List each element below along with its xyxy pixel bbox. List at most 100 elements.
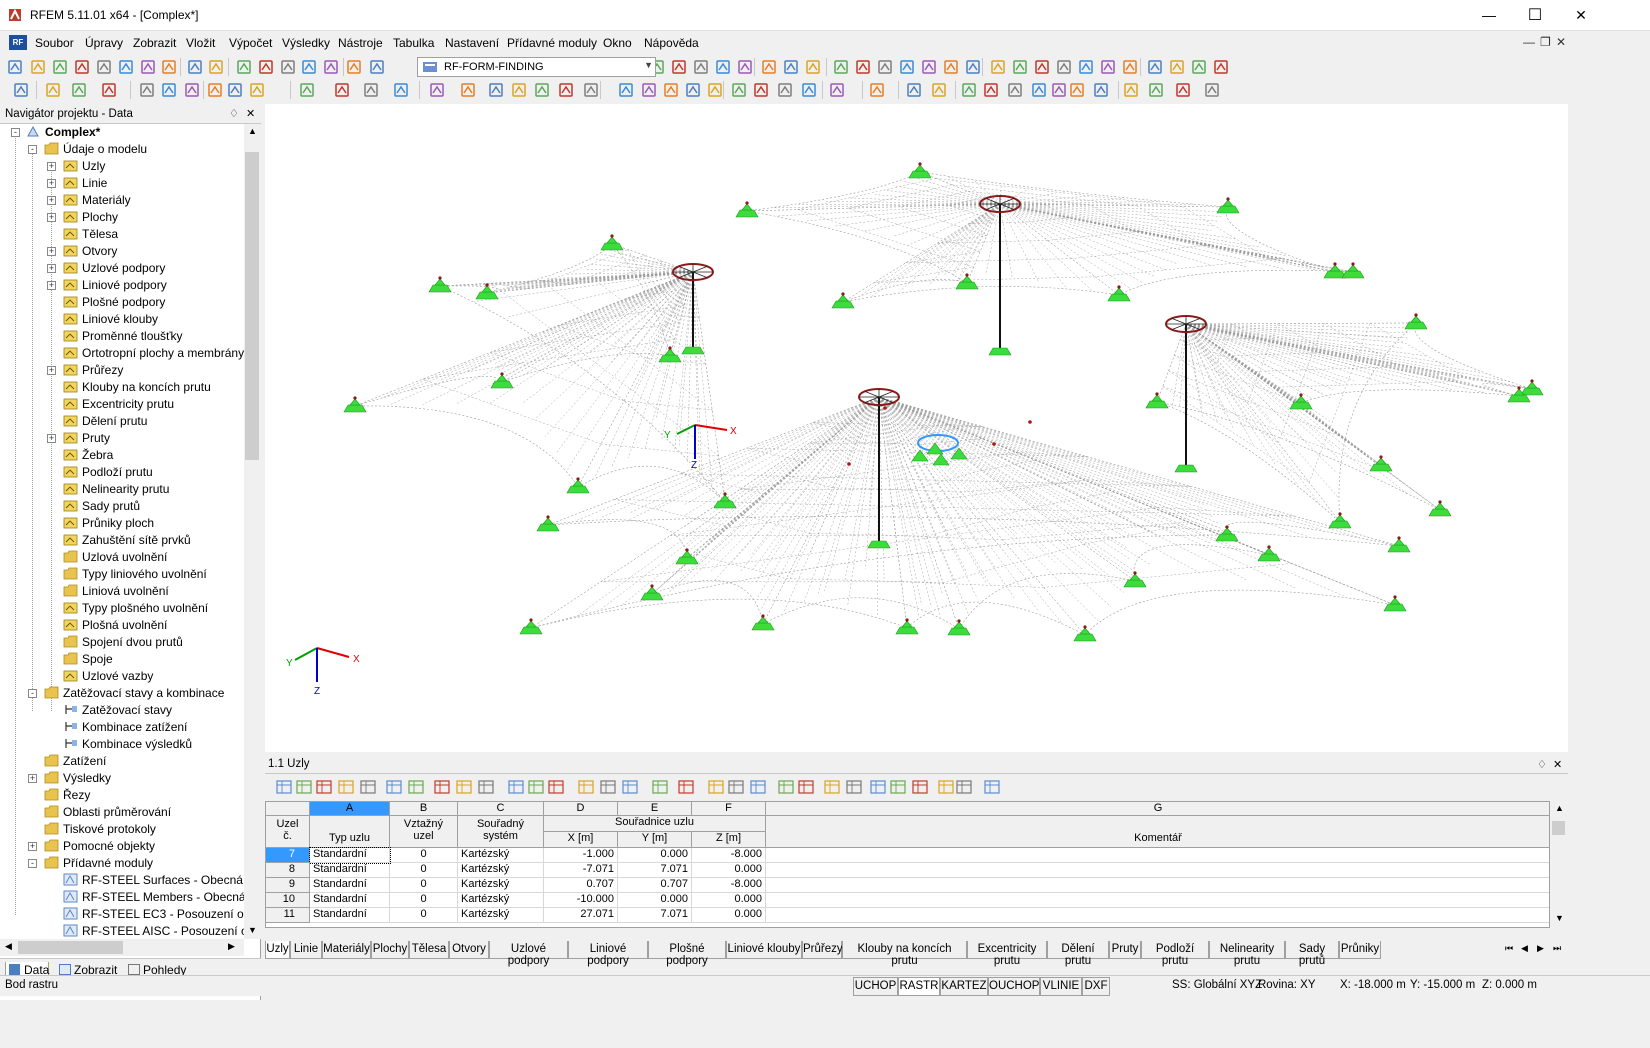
tree-item[interactable]: Ortotropní plochy a membrány <box>0 345 245 362</box>
tree-item[interactable]: - Údaje o modelu <box>0 141 245 158</box>
sheet-tab[interactable]: Materiály <box>322 941 371 959</box>
toolbar-button-icon[interactable] <box>459 81 477 99</box>
nodal-support-icon[interactable] <box>675 548 699 565</box>
tree-item[interactable]: + Liniové podpory <box>0 277 245 294</box>
toolbar-button-icon[interactable] <box>160 81 178 99</box>
sheet-tab[interactable]: Nelinearity prutu <box>1209 941 1285 967</box>
toolbar-button-icon[interactable] <box>662 81 680 99</box>
collapse-icon[interactable]: - <box>28 859 37 868</box>
tree-item[interactable]: Plošné podpory <box>0 294 245 311</box>
comment-cell[interactable] <box>766 893 1549 908</box>
toolbar-button-icon[interactable] <box>905 81 923 99</box>
toolbar-button-icon[interactable] <box>800 81 818 99</box>
toolbar-button-icon[interactable] <box>1122 81 1140 99</box>
toolbar-button-icon[interactable] <box>1203 81 1221 99</box>
sheet-tab[interactable]: Otvory <box>449 941 489 959</box>
x-coordinate-cell[interactable]: 27.071 <box>544 908 618 923</box>
expand-icon[interactable]: + <box>47 264 56 273</box>
toolbar-button-icon[interactable] <box>333 81 351 99</box>
toolbar-button-icon[interactable] <box>51 58 69 76</box>
minimize-button[interactable]: — <box>1466 0 1512 31</box>
nodal-support-icon[interactable] <box>536 515 560 532</box>
coordinate-system-cell[interactable]: Kartézský <box>458 893 544 908</box>
comment-cell[interactable] <box>766 908 1549 923</box>
tree-item[interactable]: + Plochy <box>0 209 245 226</box>
toolbar-button-icon[interactable] <box>6 58 24 76</box>
reference-node-cell[interactable]: 0 <box>390 848 458 863</box>
toolbar-button-icon[interactable] <box>1092 81 1110 99</box>
mdi-restore-icon[interactable]: ❐ <box>1540 35 1551 49</box>
mast-base-support-icon[interactable] <box>1174 464 1198 473</box>
sheet-tab[interactable]: Podloží prutu <box>1141 941 1209 967</box>
mast-base-support-icon[interactable] <box>867 540 891 549</box>
toolbar-button-icon[interactable] <box>776 81 794 99</box>
toolbar-button-icon[interactable] <box>533 81 551 99</box>
table-tool-icon[interactable] <box>337 778 355 796</box>
toolbar-button-icon[interactable] <box>44 81 62 99</box>
toolbar-button-icon[interactable] <box>235 58 253 76</box>
tree-item[interactable]: RF-STEEL EC3 - Posouzení ocelových prutů <box>0 906 245 923</box>
toolbar-button-icon[interactable] <box>964 58 982 76</box>
table-tool-icon[interactable] <box>727 778 745 796</box>
nodal-support-icon[interactable] <box>343 396 367 413</box>
expand-icon[interactable]: + <box>47 366 56 375</box>
tree-item[interactable]: Liniová uvolnění <box>0 583 245 600</box>
chevron-down-icon[interactable]: ▼ <box>644 60 653 70</box>
menu-pridavne-moduly[interactable]: Přídavné moduly <box>507 36 597 50</box>
tree-item[interactable]: Kombinace výsledků <box>0 736 245 753</box>
expand-icon[interactable]: + <box>47 247 56 256</box>
menu-nastaveni[interactable]: Nastavení <box>445 36 499 50</box>
toggle-dxf[interactable]: DXF <box>1082 977 1110 996</box>
menu-tabulka[interactable]: Tabulka <box>393 36 434 50</box>
table-tool-icon[interactable] <box>315 778 333 796</box>
table-tool-icon[interactable] <box>823 778 841 796</box>
nodal-support-icon[interactable] <box>1369 455 1393 472</box>
sheet-tab[interactable]: Pruty <box>1109 941 1141 959</box>
sheet-tab[interactable]: Sady prutů <box>1285 941 1339 967</box>
document-menu-icon[interactable]: RF <box>9 35 27 50</box>
toolbar-button-icon[interactable] <box>670 58 688 76</box>
toolbar-button-icon[interactable] <box>1174 81 1192 99</box>
toolbar-button-icon[interactable] <box>186 58 204 76</box>
scroll-down-icon[interactable]: ▼ <box>248 925 257 935</box>
toolbar-button-icon[interactable] <box>582 81 600 99</box>
z-coordinate-cell[interactable]: 0.000 <box>692 893 766 908</box>
z-coordinate-cell[interactable]: -8.000 <box>692 878 766 893</box>
tree-item[interactable]: Kombinace zatížení <box>0 719 245 736</box>
navigator-hscrollbar[interactable]: ◀ ▶ <box>0 939 244 956</box>
x-coordinate-cell[interactable]: 0.707 <box>544 878 618 893</box>
sheet-nav-icon[interactable]: ▶ <box>1537 943 1544 954</box>
toolbar-button-icon[interactable] <box>510 81 528 99</box>
reference-node-cell[interactable]: 0 <box>390 878 458 893</box>
toolbar-button-icon[interactable] <box>487 81 505 99</box>
x-coordinate-cell[interactable]: -10.000 <box>544 893 618 908</box>
toolbar-button-icon[interactable] <box>1011 58 1029 76</box>
expand-icon[interactable]: + <box>28 774 37 783</box>
menu-vypocet[interactable]: Výpočet <box>229 36 272 50</box>
toolbar-button-icon[interactable] <box>117 58 135 76</box>
collapse-icon[interactable]: - <box>28 689 37 698</box>
menu-vlozit[interactable]: Vložit <box>186 36 215 50</box>
toolbar-button-icon[interactable] <box>100 81 118 99</box>
toolbar-button-icon[interactable] <box>392 81 410 99</box>
sheet-tab[interactable]: Liniové klouby <box>726 941 802 959</box>
sheet-nav-icon[interactable]: ⏮ <box>1505 943 1513 954</box>
toolbar-button-icon[interactable] <box>1190 58 1208 76</box>
tree-item[interactable]: Nelinearity prutu <box>0 481 245 498</box>
table-tool-icon[interactable] <box>547 778 565 796</box>
tree-item[interactable]: + Uzlové podpory <box>0 260 245 277</box>
toggle-ouchop[interactable]: OUCHOP <box>988 977 1040 996</box>
expand-icon[interactable]: + <box>47 281 56 290</box>
table-tool-icon[interactable] <box>477 778 495 796</box>
toolbar-button-icon[interactable] <box>300 58 318 76</box>
toolbar-button-icon[interactable] <box>183 81 201 99</box>
y-coordinate-cell[interactable]: 7.071 <box>618 908 692 923</box>
toolbar-button-icon[interactable] <box>960 81 978 99</box>
tree-item[interactable]: Řezy <box>0 787 245 804</box>
table-tool-icon[interactable] <box>507 778 525 796</box>
mast-base-support-icon[interactable] <box>681 346 705 355</box>
toolbar-button-icon[interactable] <box>1033 58 1051 76</box>
tree-item[interactable]: Tělesa <box>0 226 245 243</box>
sheet-nav-icon[interactable]: ◀ <box>1521 943 1528 954</box>
collapse-icon[interactable]: - <box>11 128 20 137</box>
